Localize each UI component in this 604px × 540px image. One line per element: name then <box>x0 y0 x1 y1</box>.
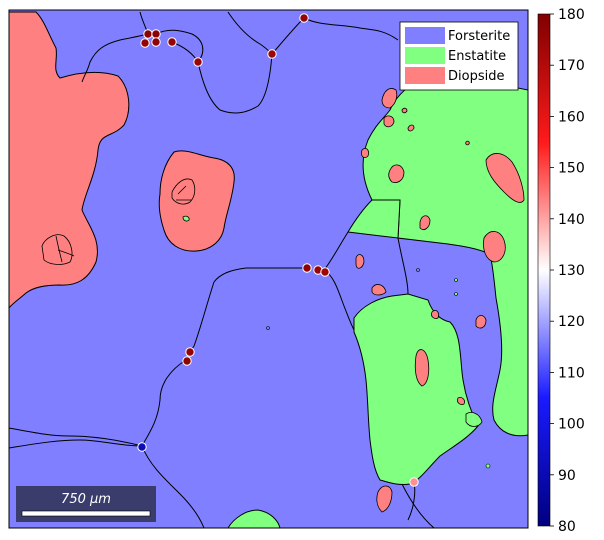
triple-junction-marker <box>409 477 419 487</box>
triple-junction-marker <box>167 37 177 47</box>
enstatite-inclusion <box>182 215 190 222</box>
enstatite-inclusion <box>454 278 458 282</box>
triple-junction-marker <box>299 13 309 23</box>
diopside-inclusion <box>465 140 470 146</box>
diopside-inclusion <box>475 315 487 329</box>
colorbar-ticks: 180 170 160 150 140 130 120 110 100 90 80 <box>550 7 585 535</box>
diopside-inclusion <box>431 310 439 319</box>
triple-junction-marker <box>320 267 330 277</box>
triple-junction-marker <box>143 29 153 39</box>
diopside-inclusion <box>383 115 395 128</box>
legend-item-diopside: Diopside <box>405 67 504 84</box>
colorbar-tick-label: 150 <box>558 161 585 177</box>
colorbar-tick-label: 90 <box>558 468 576 484</box>
triple-junction-marker <box>140 38 150 48</box>
triple-junction-marker <box>137 442 147 452</box>
colorbar <box>537 13 551 527</box>
diopside-inclusion <box>457 397 465 405</box>
forsterite-inclusion <box>266 326 270 330</box>
colorbar-tick-label: 180 <box>558 7 585 23</box>
triple-junction-marker <box>193 57 203 67</box>
colorbar-tick-label: 170 <box>558 58 585 74</box>
scale-bar-label: 750 μm <box>61 492 111 507</box>
legend-label-forsterite: Forsterite <box>448 29 510 44</box>
legend-item-enstatite: Enstatite <box>405 47 506 64</box>
legend-item-forsterite: Forsterite <box>405 27 510 44</box>
colorbar-tick-label: 100 <box>558 417 585 433</box>
triple-junction-marker <box>267 49 277 59</box>
enstatite-inclusion <box>454 292 458 296</box>
scale-bar: 750 μm <box>16 486 156 522</box>
legend-label-diopside: Diopside <box>448 69 504 84</box>
enstatite-inclusion <box>485 463 491 469</box>
diopside-swatch <box>405 67 445 84</box>
colorbar-tick-label: 120 <box>558 314 585 330</box>
triple-junction-marker <box>151 37 161 47</box>
diopside-inclusion <box>361 148 369 158</box>
legend-label-enstatite: Enstatite <box>448 49 506 64</box>
triple-junction-marker <box>182 356 192 366</box>
colorbar-tick-label: 140 <box>558 212 585 228</box>
triple-junction-marker <box>185 347 195 357</box>
enstatite-swatch <box>405 47 445 64</box>
forsterite-inclusion <box>416 268 420 272</box>
triple-junction-marker <box>151 29 161 39</box>
colorbar-tick-label: 110 <box>558 365 585 381</box>
colorbar-tick-label: 130 <box>558 263 585 279</box>
colorbar-tick-label: 80 <box>558 519 576 535</box>
legend: Forsterite Enstatite Diopside <box>399 21 519 91</box>
diopside-inclusion <box>401 107 408 114</box>
forsterite-swatch <box>405 27 445 44</box>
colorbar-tick-label: 160 <box>558 109 585 125</box>
grain-map-figure: Forsterite Enstatite Diopside 750 μm 180… <box>8 7 585 535</box>
triple-junction-marker <box>302 263 312 273</box>
scale-bar-line <box>21 510 151 517</box>
